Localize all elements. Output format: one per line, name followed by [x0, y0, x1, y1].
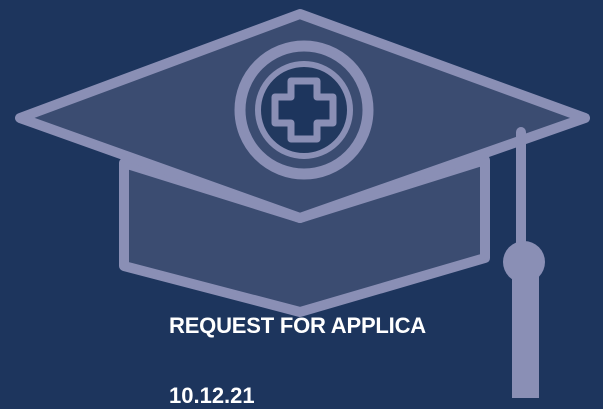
date-text: 10.12.21	[169, 383, 255, 408]
tassel-strands	[512, 276, 539, 398]
headline: REQUEST FOR APPLICA	[169, 313, 426, 338]
